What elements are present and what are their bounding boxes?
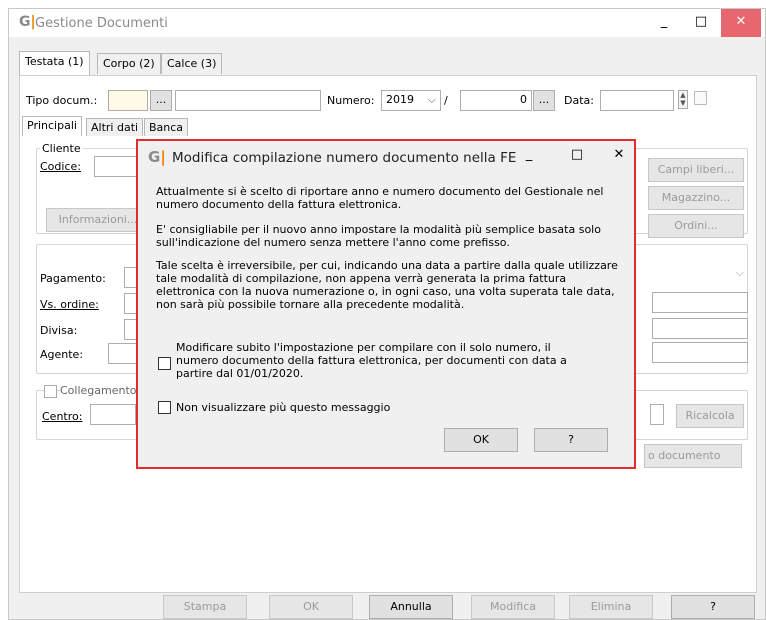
date-spinner[interactable]: ▲ ▼ bbox=[678, 90, 688, 109]
chevron-down-icon: ⌵ bbox=[427, 93, 436, 106]
tab-altri-dati[interactable]: Altri dati bbox=[86, 118, 144, 136]
app-logo-icon: G| bbox=[19, 14, 36, 30]
tab-corpo[interactable]: Corpo (2) bbox=[97, 53, 161, 74]
tipo-docum-lookup-button[interactable]: ... bbox=[150, 90, 172, 111]
tab-testata[interactable]: Testata (1) bbox=[19, 51, 90, 75]
pagamento-select[interactable]: ⌵ bbox=[652, 264, 748, 286]
number-lookup-button[interactable]: ... bbox=[533, 90, 555, 111]
dont-show-again-label: Non visualizzare più questo messaggio bbox=[176, 401, 391, 414]
tipo-docum-input[interactable] bbox=[108, 90, 148, 111]
collegamento-checkbox[interactable] bbox=[44, 385, 57, 398]
vs-ordine-extra-input[interactable] bbox=[652, 292, 748, 313]
tab-banca[interactable]: Banca bbox=[144, 118, 189, 136]
date-input[interactable] bbox=[600, 90, 674, 111]
dialog-paragraph-1: Attualmente si è scelto di riportare ann… bbox=[156, 185, 604, 211]
dialog-paragraph-2: E' consigliabile per il nuovo anno impos… bbox=[156, 223, 601, 249]
chevron-down-icon: ⌵ bbox=[735, 266, 744, 279]
stampa-button[interactable]: Stampa bbox=[163, 595, 247, 619]
campi-liberi-button[interactable]: Campi liberi... bbox=[648, 158, 744, 182]
modify-now-label: Modificare subito l'impostazione per com… bbox=[176, 341, 567, 380]
data-label: Data: bbox=[564, 94, 594, 107]
help-bottom-button[interactable]: ? bbox=[671, 595, 755, 619]
ok-bottom-button[interactable]: OK bbox=[269, 595, 353, 619]
tipo-docum-description-input[interactable] bbox=[175, 90, 321, 111]
year-value: 2019 bbox=[386, 93, 414, 106]
document-number-input[interactable]: 0 bbox=[460, 90, 532, 111]
dialog-maximize-button[interactable]: □ bbox=[566, 147, 588, 162]
dialog-close-button[interactable]: ✕ bbox=[608, 147, 630, 162]
dialog-title: Modifica compilazione numero documento n… bbox=[172, 150, 517, 166]
close-button[interactable]: ✕ bbox=[721, 9, 761, 37]
codice-label: Codice: bbox=[40, 160, 81, 173]
magazzino-button[interactable]: Magazzino... bbox=[648, 186, 744, 210]
modify-now-checkbox[interactable] bbox=[158, 357, 171, 370]
collegamento-right-input[interactable] bbox=[650, 404, 664, 425]
annulla-button[interactable]: Annulla bbox=[369, 595, 453, 619]
tab-calce[interactable]: Calce (3) bbox=[161, 53, 223, 74]
maximize-button[interactable]: □ bbox=[684, 9, 718, 37]
cliente-group-label: Cliente bbox=[40, 142, 83, 155]
calendar-icon[interactable] bbox=[694, 91, 707, 105]
ordini-button[interactable]: Ordini... bbox=[648, 214, 744, 238]
year-select[interactable]: 2019 ⌵ bbox=[381, 90, 441, 111]
dialog-help-button[interactable]: ? bbox=[534, 428, 608, 452]
dialog-modifica-compilazione: G| Modifica compilazione numero document… bbox=[136, 139, 636, 469]
title-bar: G| Gestione Documenti _ □ ✕ bbox=[9, 9, 765, 37]
dont-show-again-checkbox[interactable] bbox=[158, 401, 171, 414]
pagamento-label: Pagamento: bbox=[40, 272, 106, 285]
dialog-logo-icon: G| bbox=[148, 148, 166, 166]
modifica-button[interactable]: Modifica bbox=[471, 595, 555, 619]
dialog-ok-button[interactable]: OK bbox=[444, 428, 518, 452]
numero-label: Numero: bbox=[327, 94, 375, 107]
number-slash: / bbox=[444, 94, 448, 107]
vs-ordine-label: Vs. ordine: bbox=[40, 298, 99, 311]
ricalcola-button[interactable]: Ricalcola bbox=[676, 404, 744, 428]
tab-principali[interactable]: Principali bbox=[22, 116, 82, 136]
documento-button[interactable]: o documento bbox=[644, 444, 742, 468]
tipo-docum-label: Tipo docum.: bbox=[26, 94, 98, 107]
divisa-extra-input[interactable] bbox=[652, 318, 748, 339]
divisa-label: Divisa: bbox=[40, 324, 78, 337]
centro-input[interactable] bbox=[90, 404, 136, 425]
centro-label: Centro: bbox=[42, 410, 83, 423]
dialog-paragraph-3: Tale scelta è irreversibile, per cui, in… bbox=[156, 259, 618, 311]
collegamento-label: Collegamento bbox=[60, 384, 139, 397]
agente-extra-input[interactable] bbox=[652, 342, 748, 363]
elimina-button[interactable]: Elimina bbox=[569, 595, 653, 619]
dialog-minimize-button[interactable]: _ bbox=[518, 147, 540, 162]
window-title: Gestione Documenti bbox=[35, 16, 168, 31]
agente-label: Agente: bbox=[40, 348, 84, 361]
informazioni-button[interactable]: Informazioni... bbox=[46, 208, 150, 232]
minimize-button[interactable]: _ bbox=[647, 9, 681, 37]
